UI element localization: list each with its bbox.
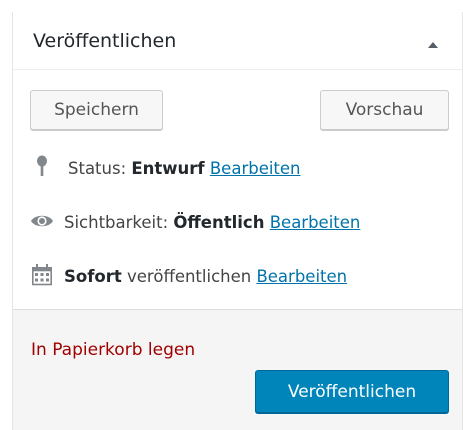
- pin-icon: [34, 155, 50, 179]
- publish-button[interactable]: Veröffentlichen: [255, 370, 449, 413]
- publish-box: Veröffentlichen Speichern Vorschau Statu…: [12, 12, 463, 430]
- schedule-row: Sofort veröffentlichen Bearbeiten: [30, 262, 347, 292]
- status-edit-link[interactable]: Bearbeiten: [210, 159, 301, 178]
- calendar-icon: [30, 263, 54, 287]
- schedule-label: veröffentlichen: [127, 267, 252, 286]
- eye-icon: [30, 209, 54, 233]
- visibility-row: Sichtbarkeit: Öffentlich Bearbeiten: [30, 208, 360, 238]
- visibility-label: Sichtbarkeit:: [64, 213, 169, 232]
- status-row: Status: Entwurf Bearbeiten: [30, 154, 301, 184]
- save-draft-button[interactable]: Speichern: [30, 90, 163, 130]
- visibility-edit-link[interactable]: Bearbeiten: [270, 213, 361, 232]
- status-value: Entwurf: [131, 159, 205, 178]
- publish-box-header: Veröffentlichen: [13, 12, 462, 70]
- status-label: Status:: [68, 159, 127, 178]
- visibility-value: Öffentlich: [173, 213, 265, 232]
- publish-box-footer: In Papierkorb legen Veröffentlichen: [13, 309, 462, 430]
- triangle-up-icon[interactable]: [426, 36, 440, 48]
- preview-button[interactable]: Vorschau: [320, 90, 449, 130]
- schedule-value: Sofort: [64, 267, 122, 286]
- move-to-trash-link[interactable]: In Papierkorb legen: [31, 338, 195, 362]
- publish-box-title: Veröffentlichen: [33, 30, 177, 52]
- schedule-edit-link[interactable]: Bearbeiten: [256, 267, 347, 286]
